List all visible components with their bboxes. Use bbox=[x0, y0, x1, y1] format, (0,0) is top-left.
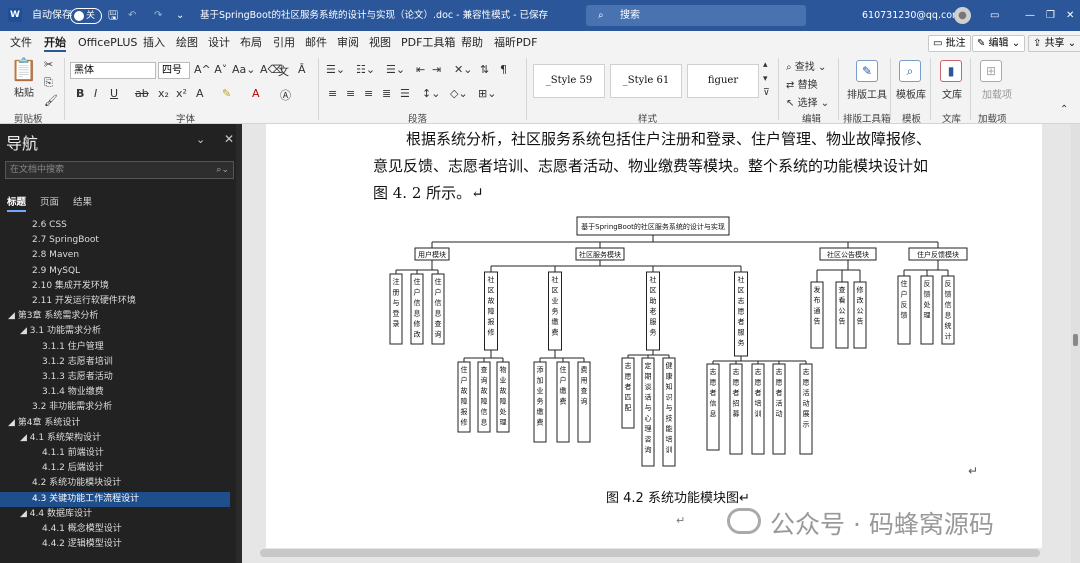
vertical-scrollbar[interactable] bbox=[1071, 124, 1080, 563]
module-node-label: 用户模块 bbox=[418, 250, 446, 259]
leaf-node-label: 志愿者信息 bbox=[710, 367, 717, 418]
leaf-node-label: 志愿者匹配 bbox=[625, 361, 632, 412]
submodule-node-label: 社区志愿者服务 bbox=[738, 275, 745, 347]
root-node-label: 基于SpringBoot的社区服务系统的设计与实现 bbox=[581, 222, 725, 231]
leaf-node-label: 定期谈话与心理咨询 bbox=[645, 361, 652, 454]
leaf-node-label: 志愿者活动 bbox=[776, 367, 783, 418]
wechat-icon bbox=[727, 508, 761, 534]
module-node-label: 社区公告模块 bbox=[827, 250, 869, 259]
scroll-thumb[interactable] bbox=[1073, 334, 1078, 346]
function-module-diagram: 基于SpringBoot的社区服务系统的设计与实现用户模块 社区服务模块 社区公告模… bbox=[389, 216, 968, 467]
horizontal-scrollbar[interactable] bbox=[260, 549, 1040, 557]
figure-caption: 图 4.2 系统功能模块图↵ bbox=[606, 491, 750, 506]
paragraph-mark-icon: ↵ bbox=[968, 464, 979, 478]
watermark-text: 公众号 · 码蜂窝源码 bbox=[770, 510, 994, 539]
leaf-node-label: 健康知识与技能培训 bbox=[666, 361, 673, 454]
module-node-label: 住户反馈模块 bbox=[917, 250, 959, 259]
paragraph-mark-icon: ↵ bbox=[676, 514, 686, 527]
leaf-node-box bbox=[729, 363, 743, 455]
module-node-label: 社区服务模块 bbox=[579, 250, 621, 259]
leaf-node-label: 志愿者招募 bbox=[733, 367, 740, 418]
leaf-node-label: 注册与登录 bbox=[393, 277, 400, 328]
leaf-node-label: 志愿者培训 bbox=[755, 367, 762, 418]
leaf-node-box bbox=[751, 363, 765, 455]
leaf-node-box bbox=[799, 363, 813, 455]
leaf-node-box bbox=[772, 363, 786, 455]
